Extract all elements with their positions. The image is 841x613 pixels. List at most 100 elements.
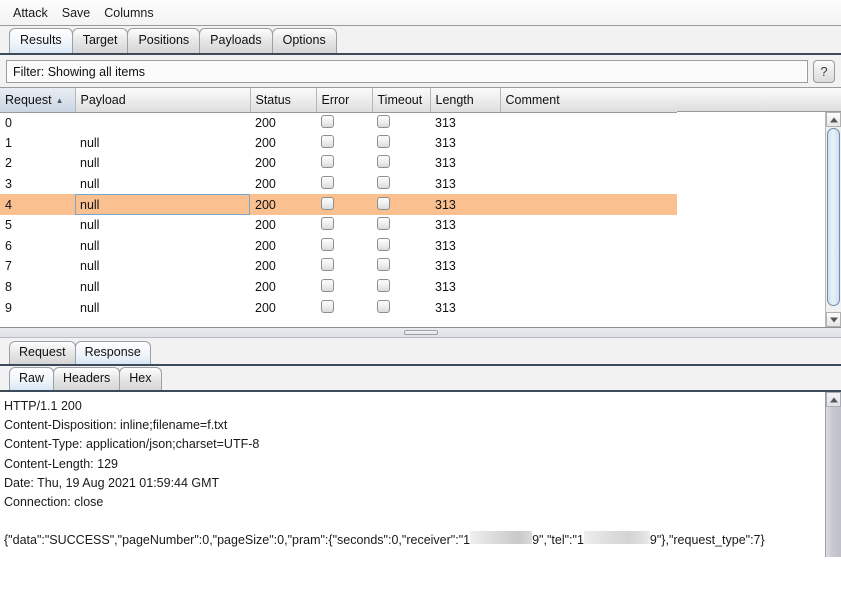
timeout-checkbox[interactable] xyxy=(377,279,390,293)
cell-payload[interactable]: null xyxy=(75,153,250,174)
cell-payload[interactable]: null xyxy=(75,256,250,277)
error-checkbox[interactable] xyxy=(321,134,334,148)
tab-results[interactable]: Results xyxy=(9,28,73,53)
cell-length[interactable]: 313 xyxy=(430,215,500,236)
cell-length[interactable]: 313 xyxy=(430,256,500,277)
cell-comment[interactable] xyxy=(500,153,677,174)
scroll-up-arrow-icon[interactable] xyxy=(826,112,841,127)
timeout-checkbox[interactable] xyxy=(377,134,390,148)
cell-comment[interactable] xyxy=(500,112,677,133)
menu-item-columns[interactable]: Columns xyxy=(97,4,160,22)
error-checkbox[interactable] xyxy=(321,155,334,169)
column-header-length[interactable]: Length xyxy=(430,88,501,113)
cell-payload[interactable]: null xyxy=(75,174,250,195)
cell-status[interactable]: 200 xyxy=(250,153,316,174)
tab-headers[interactable]: Headers xyxy=(53,367,121,390)
cell-comment[interactable] xyxy=(500,256,677,277)
cell-status[interactable]: 200 xyxy=(250,236,316,257)
tab-options[interactable]: Options xyxy=(271,28,337,53)
cell-comment[interactable] xyxy=(500,133,677,154)
cell-timeout[interactable] xyxy=(372,194,430,215)
timeout-checkbox[interactable] xyxy=(377,114,390,128)
cell-payload[interactable]: null xyxy=(75,194,250,215)
cell-timeout[interactable] xyxy=(372,236,430,257)
cell-request[interactable]: 0 xyxy=(0,112,75,133)
cell-request[interactable]: 1 xyxy=(0,133,75,154)
error-checkbox[interactable] xyxy=(321,176,334,190)
cell-payload[interactable]: null xyxy=(75,236,250,257)
tab-request[interactable]: Request xyxy=(9,341,76,364)
cell-comment[interactable] xyxy=(500,215,677,236)
cell-error[interactable] xyxy=(316,297,372,318)
cell-comment[interactable] xyxy=(500,174,677,195)
cell-request[interactable]: 5 xyxy=(0,215,75,236)
cell-comment[interactable] xyxy=(500,194,677,215)
timeout-checkbox[interactable] xyxy=(377,258,390,272)
column-header-status[interactable]: Status xyxy=(250,88,317,113)
timeout-checkbox[interactable] xyxy=(377,237,390,251)
tab-raw[interactable]: Raw xyxy=(9,367,55,390)
timeout-checkbox[interactable] xyxy=(377,155,390,169)
cell-error[interactable] xyxy=(316,174,372,195)
table-row[interactable]: 6 null 200 313 xyxy=(0,236,677,257)
filter-input[interactable]: Filter: Showing all items xyxy=(6,60,808,83)
results-vertical-scrollbar[interactable] xyxy=(825,112,841,327)
cell-length[interactable]: 313 xyxy=(430,236,500,257)
error-checkbox[interactable] xyxy=(321,114,334,128)
cell-status[interactable]: 200 xyxy=(250,215,316,236)
cell-status[interactable]: 200 xyxy=(250,277,316,298)
error-checkbox[interactable] xyxy=(321,196,334,210)
column-header-comment[interactable]: Comment xyxy=(500,88,678,113)
cell-timeout[interactable] xyxy=(372,256,430,277)
cell-status[interactable]: 200 xyxy=(250,133,316,154)
cell-status[interactable]: 200 xyxy=(250,256,316,277)
cell-request[interactable]: 6 xyxy=(0,236,75,257)
cell-length[interactable]: 313 xyxy=(430,194,500,215)
cell-timeout[interactable] xyxy=(372,174,430,195)
error-checkbox[interactable] xyxy=(321,258,334,272)
cell-comment[interactable] xyxy=(500,297,677,318)
column-header-timeout[interactable]: Timeout xyxy=(372,88,431,113)
cell-timeout[interactable] xyxy=(372,277,430,298)
cell-length[interactable]: 313 xyxy=(430,112,500,133)
error-checkbox[interactable] xyxy=(321,299,334,313)
horizontal-splitter[interactable] xyxy=(0,327,841,338)
cell-timeout[interactable] xyxy=(372,112,430,133)
table-row[interactable]: 5 null 200 313 xyxy=(0,215,677,236)
table-row[interactable]: 9 null 200 313 xyxy=(0,297,677,318)
menu-item-save[interactable]: Save xyxy=(55,4,98,22)
cell-timeout[interactable] xyxy=(372,133,430,154)
cell-request[interactable]: 3 xyxy=(0,174,75,195)
cell-error[interactable] xyxy=(316,133,372,154)
table-row[interactable]: 0 200 313 xyxy=(0,112,677,133)
error-checkbox[interactable] xyxy=(321,217,334,231)
cell-length[interactable]: 313 xyxy=(430,153,500,174)
column-header-error[interactable]: Error xyxy=(316,88,373,113)
scroll-down-arrow-icon[interactable] xyxy=(826,312,841,327)
cell-request[interactable]: 4 xyxy=(0,194,75,215)
timeout-checkbox[interactable] xyxy=(377,299,390,313)
cell-comment[interactable] xyxy=(500,277,677,298)
cell-error[interactable] xyxy=(316,153,372,174)
scrollbar-thumb[interactable] xyxy=(827,128,840,306)
tab-target[interactable]: Target xyxy=(71,28,129,53)
cell-length[interactable]: 313 xyxy=(430,174,500,195)
cell-error[interactable] xyxy=(316,277,372,298)
cell-payload[interactable]: null xyxy=(75,215,250,236)
table-row[interactable]: 2 null 200 313 xyxy=(0,153,677,174)
cell-timeout[interactable] xyxy=(372,297,430,318)
table-row[interactable]: 3 null 200 313 xyxy=(0,174,677,195)
cell-length[interactable]: 313 xyxy=(430,297,500,318)
cell-payload[interactable]: null xyxy=(75,277,250,298)
cell-error[interactable] xyxy=(316,256,372,277)
cell-status[interactable]: 200 xyxy=(250,112,316,133)
cell-payload[interactable]: null xyxy=(75,297,250,318)
column-header-request[interactable]: Request ▲ xyxy=(0,88,76,113)
response-vertical-scrollbar[interactable] xyxy=(825,392,841,557)
table-row[interactable]: 1 null 200 313 xyxy=(0,133,677,154)
table-row[interactable]: 4 null 200 313 xyxy=(0,194,677,215)
help-icon[interactable]: ? xyxy=(813,60,835,83)
table-row[interactable]: 8 null 200 313 xyxy=(0,277,677,298)
cell-status[interactable]: 200 xyxy=(250,297,316,318)
cell-payload[interactable]: null xyxy=(75,133,250,154)
